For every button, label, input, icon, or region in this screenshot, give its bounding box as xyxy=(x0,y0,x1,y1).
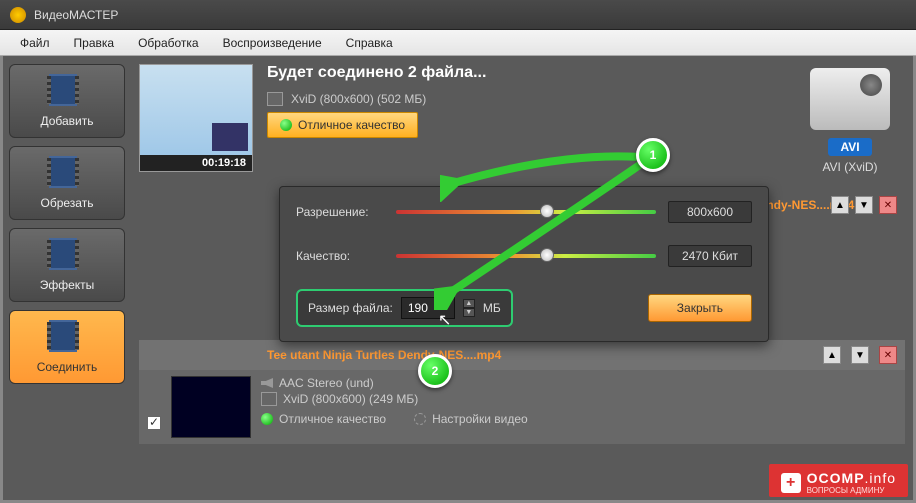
file2-settings-link[interactable]: Настройки видео xyxy=(432,412,528,426)
add-label: Добавить xyxy=(40,114,93,128)
quality-text: Отличное качество xyxy=(298,118,405,132)
add-button[interactable]: Добавить xyxy=(9,64,125,138)
close-button[interactable]: Закрыть xyxy=(648,294,752,322)
size-label: Размер файла: xyxy=(308,301,393,315)
quality-value: 2470 Кбит xyxy=(668,245,752,267)
file2-checkbox[interactable] xyxy=(147,416,161,430)
duration-label: 00:19:18 xyxy=(140,155,252,171)
plus-icon: + xyxy=(781,473,801,493)
thumbnail-image xyxy=(140,65,252,155)
sidebar: Добавить Обрезать Эффекты Соединить xyxy=(3,56,131,500)
quality-dot-icon xyxy=(280,119,292,131)
summary-codec: XviD (800x600) (502 МБ) xyxy=(291,92,426,106)
summary-title: Будет соединено 2 файла... xyxy=(267,64,781,82)
wm-sub: ВОПРОСЫ АДМИНУ xyxy=(807,486,896,495)
app-logo-icon xyxy=(10,7,26,23)
film-fx-icon xyxy=(49,238,85,274)
quality-badge[interactable]: Отличное качество xyxy=(267,112,418,138)
menu-play[interactable]: Воспроизведение xyxy=(211,32,334,54)
remove-button-2[interactable]: ✕ xyxy=(879,346,897,364)
move-up-button[interactable]: ▲ xyxy=(831,196,849,214)
callout-2: 2 xyxy=(418,354,452,388)
camera-icon xyxy=(810,68,890,130)
cut-label: Обрезать xyxy=(41,196,94,210)
cursor-icon: ↖ xyxy=(438,310,451,330)
video-codec-icon xyxy=(267,92,283,106)
file2-thumbnail[interactable] xyxy=(171,376,251,438)
file2-details: AAC Stereo (und) XviD (800x600) (249 МБ)… xyxy=(139,370,905,444)
menu-help[interactable]: Справка xyxy=(334,32,405,54)
summary-thumbnail[interactable]: 00:19:18 xyxy=(139,64,253,172)
film-join-icon xyxy=(49,320,85,356)
wm-brand: OCOMP xyxy=(807,470,865,486)
arrow-1b xyxy=(434,160,654,310)
app-title: ВидеоМАСТЕР xyxy=(34,8,118,22)
video-codec-icon-2 xyxy=(261,392,277,406)
film-add-icon xyxy=(49,74,85,110)
menu-edit[interactable]: Правка xyxy=(62,32,127,54)
summary-codec-line: XviD (800x600) (502 МБ) xyxy=(267,92,781,106)
effects-button[interactable]: Эффекты xyxy=(9,228,125,302)
callout-1: 1 xyxy=(636,138,670,172)
move-down-button[interactable]: ▼ xyxy=(855,196,873,214)
quality-label: Качество: xyxy=(296,249,384,263)
format-tag: AVI xyxy=(828,138,871,156)
resolution-label: Разрешение: xyxy=(296,205,384,219)
menu-process[interactable]: Обработка xyxy=(126,32,211,54)
file2-audio: AAC Stereo (und) xyxy=(279,376,374,390)
speaker-icon xyxy=(261,378,273,388)
remove-button[interactable]: ✕ xyxy=(879,196,897,214)
file2-quality: Отличное качество xyxy=(279,412,386,426)
quality-dot-icon-2 xyxy=(261,413,273,425)
move-down-button-2[interactable]: ▼ xyxy=(851,346,869,364)
join-button[interactable]: Соединить xyxy=(9,310,125,384)
file2-name: Tee utant Ninja Turtles Dendy-NES....mp4 xyxy=(267,348,501,362)
file2-header-row[interactable]: Tee utant Ninja Turtles Dendy-NES....mp4… xyxy=(139,340,905,370)
watermark: + OCOMP.info ВОПРОСЫ АДМИНУ xyxy=(769,464,908,497)
file2-video: XviD (800x600) (249 МБ) xyxy=(283,392,418,406)
join-label: Соединить xyxy=(37,360,98,374)
title-bar: ВидеоМАСТЕР xyxy=(0,0,916,30)
wm-tld: .info xyxy=(865,470,896,486)
film-cut-icon xyxy=(49,156,85,192)
format-label: AVI (XviD) xyxy=(799,160,901,174)
file1-row-buttons: ▲ ▼ ✕ xyxy=(831,196,897,214)
fx-label: Эффекты xyxy=(40,278,95,292)
resolution-value: 800x600 xyxy=(668,201,752,223)
menu-bar: Файл Правка Обработка Воспроизведение Сп… xyxy=(0,30,916,56)
cut-button[interactable]: Обрезать xyxy=(9,146,125,220)
menu-file[interactable]: Файл xyxy=(8,32,62,54)
output-format[interactable]: AVI AVI (XviD) xyxy=(795,64,905,178)
gear-icon xyxy=(414,413,426,425)
move-up-button-2[interactable]: ▲ xyxy=(823,346,841,364)
